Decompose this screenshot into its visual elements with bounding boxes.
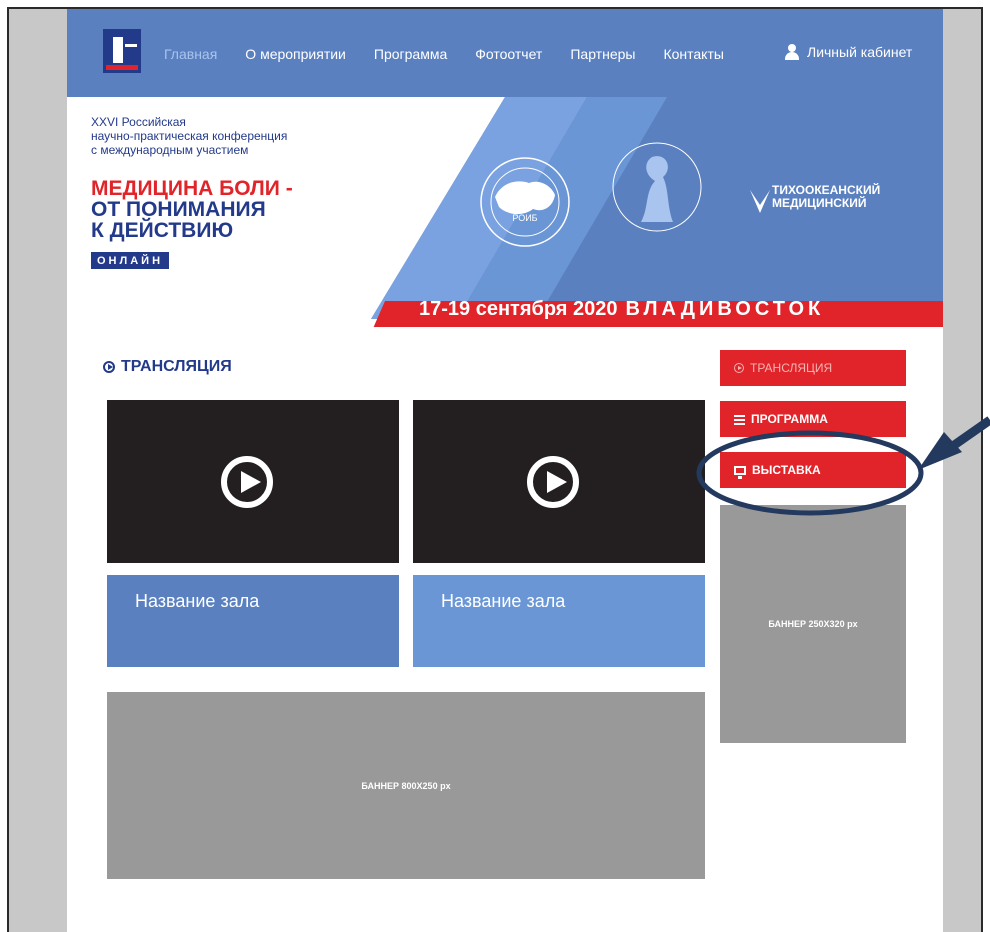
personal-account-label: Личный кабинет [807,44,913,60]
video-player-1[interactable] [107,400,399,563]
play-circle-icon [103,361,115,373]
play-icon[interactable] [221,456,273,508]
nav-item-partners[interactable]: Партнеры [570,46,635,62]
side-button-program[interactable]: ПРОГРАММА [720,401,906,437]
section-title: ТРАНСЛЯЦИЯ [103,358,232,376]
conference-title: МЕДИЦИНА БОЛИ - ОТ ПОНИМАНИЯ К ДЕЙСТВИЮ [91,177,293,242]
play-icon[interactable] [527,456,579,508]
top-nav: Главная О мероприятии Программа Фотоотче… [67,9,943,97]
nav-item-home[interactable]: Главная [164,46,217,62]
nav-item-contacts[interactable]: Контакты [663,46,723,62]
nav-menu: Главная О мероприятии Программа Фотоотче… [164,46,752,62]
online-badge: ОНЛАЙН [91,252,170,269]
tmu-label: ТИХООКЕАНСКИЙ МЕДИЦИНСКИЙ [772,183,881,210]
vladivostok-logo-icon[interactable] [103,29,141,73]
roib-label: РОИБ [512,213,537,223]
nav-item-program[interactable]: Программа [374,46,447,62]
date-location: 17-19 сентября 2020 ВЛАДИВОСТОК [419,298,824,321]
banner-250x320: БАННЕР 250X320 px [720,505,906,743]
side-button-translation[interactable]: ТРАНСЛЯЦИЯ [720,350,906,386]
list-icon [734,414,745,424]
video-player-2[interactable] [413,400,705,563]
side-button-exhibition[interactable]: ВЫСТАВКА [720,452,906,488]
hall-name: Название зала [135,591,260,611]
nav-item-photo[interactable]: Фотоотчет [475,46,542,62]
personal-account-link[interactable]: Личный кабинет [785,44,912,60]
page-frame: Главная О мероприятии Программа Фотоотче… [7,7,983,932]
banner-800x250: БАННЕР 800X250 px [107,692,705,879]
play-circle-icon [734,363,744,373]
event-date: 17-19 сентября 2020 [419,298,618,320]
hero-banner: РОИБ XXVI Российская научно-практическая… [67,97,943,327]
conference-subtitle: XXVI Российская научно-практическая конф… [91,115,288,157]
page: Главная О мероприятии Программа Фотоотче… [67,9,943,932]
hall-card-1[interactable]: Название зала [107,575,399,667]
hall-card-2[interactable]: Название зала [413,575,705,667]
hall-name: Название зала [441,591,566,611]
monitor-icon [734,465,746,479]
user-icon [785,44,799,60]
nav-item-about[interactable]: О мероприятии [245,46,346,62]
event-city: ВЛАДИВОСТОК [625,298,825,320]
